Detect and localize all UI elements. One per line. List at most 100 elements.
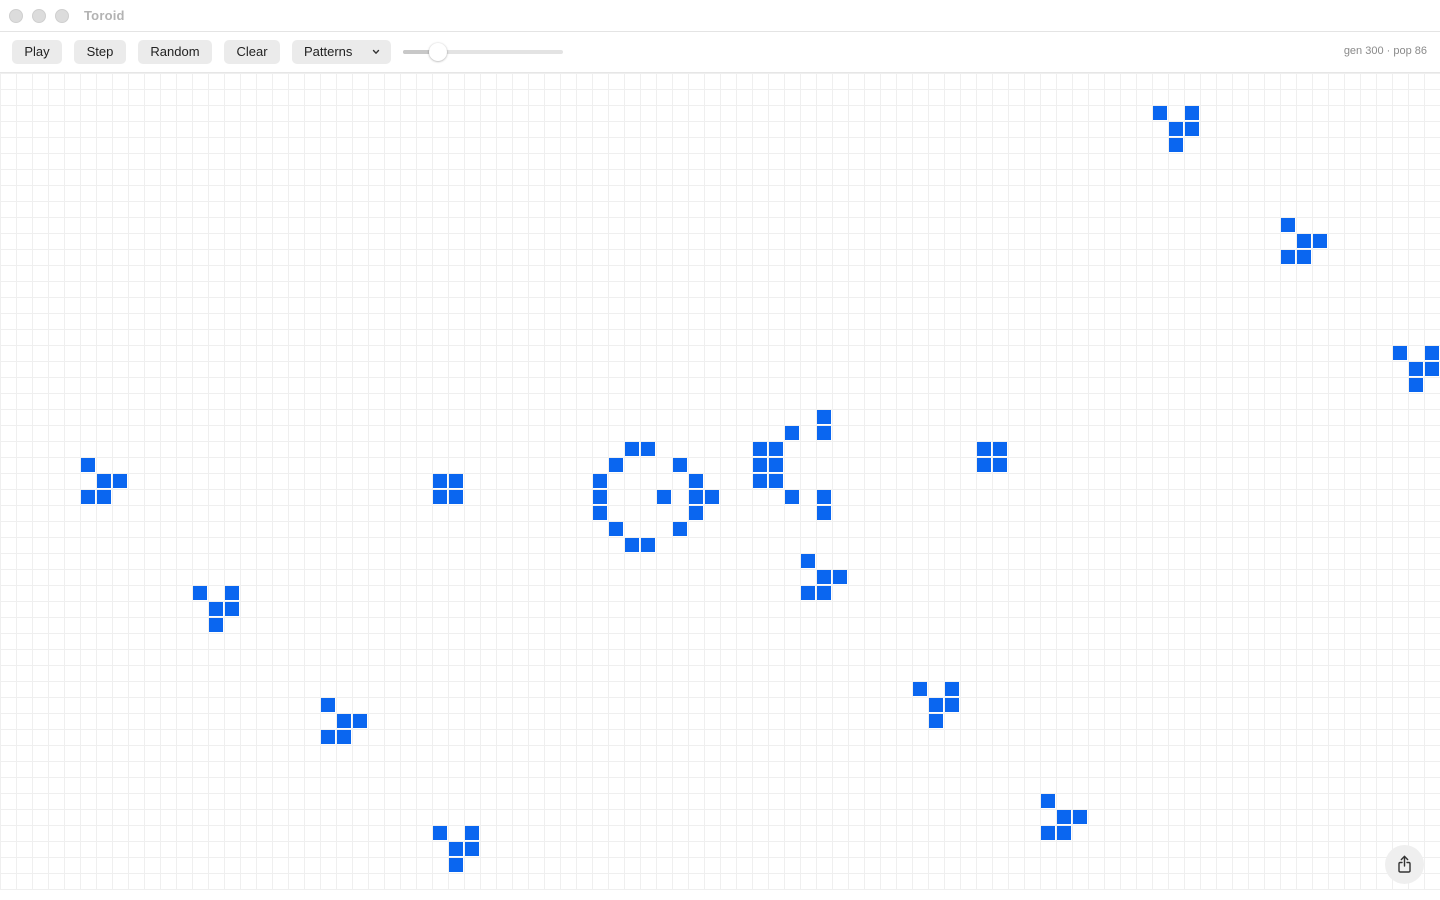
step-button[interactable]: Step: [74, 40, 126, 64]
live-cell[interactable]: [1185, 106, 1199, 120]
live-cell[interactable]: [225, 602, 239, 616]
live-cell[interactable]: [1169, 138, 1183, 152]
live-cell[interactable]: [945, 682, 959, 696]
live-cell[interactable]: [753, 458, 767, 472]
live-cell[interactable]: [913, 682, 927, 696]
live-cell[interactable]: [1425, 346, 1439, 360]
live-cell[interactable]: [209, 618, 223, 632]
live-cell[interactable]: [193, 586, 207, 600]
live-cell[interactable]: [817, 506, 831, 520]
live-cell[interactable]: [817, 586, 831, 600]
live-cell[interactable]: [833, 570, 847, 584]
live-cell[interactable]: [1425, 362, 1439, 376]
live-cell[interactable]: [209, 602, 223, 616]
live-cell[interactable]: [81, 458, 95, 472]
live-cell[interactable]: [1409, 362, 1423, 376]
live-cell[interactable]: [609, 522, 623, 536]
live-cell[interactable]: [801, 554, 815, 568]
live-cell[interactable]: [1057, 810, 1071, 824]
live-cell[interactable]: [1057, 826, 1071, 840]
live-cell[interactable]: [993, 442, 1007, 456]
live-cell[interactable]: [1393, 346, 1407, 360]
minimize-window-button[interactable]: [32, 9, 46, 23]
live-cell[interactable]: [449, 490, 463, 504]
live-cell[interactable]: [97, 490, 111, 504]
speed-slider-thumb[interactable]: [429, 43, 448, 61]
live-cell[interactable]: [353, 714, 367, 728]
live-cell[interactable]: [641, 538, 655, 552]
clear-button[interactable]: Clear: [224, 40, 280, 64]
live-cell[interactable]: [817, 426, 831, 440]
live-cell[interactable]: [433, 826, 447, 840]
live-cell[interactable]: [1041, 826, 1055, 840]
live-cell[interactable]: [465, 842, 479, 856]
live-cell[interactable]: [609, 458, 623, 472]
live-cell[interactable]: [625, 538, 639, 552]
live-cell[interactable]: [689, 506, 703, 520]
live-cell[interactable]: [817, 570, 831, 584]
live-cell[interactable]: [753, 474, 767, 488]
live-cell[interactable]: [1041, 794, 1055, 808]
live-cell[interactable]: [945, 698, 959, 712]
zoom-window-button[interactable]: [55, 9, 69, 23]
patterns-dropdown-label: Patterns: [304, 44, 353, 59]
live-cell[interactable]: [657, 490, 671, 504]
live-cell[interactable]: [801, 586, 815, 600]
live-cell[interactable]: [673, 458, 687, 472]
live-cell[interactable]: [977, 458, 991, 472]
app-window: Toroid Play Step Random Clear Patterns g…: [0, 0, 1440, 900]
live-cell[interactable]: [1297, 250, 1311, 264]
live-cell[interactable]: [1281, 250, 1295, 264]
live-cell[interactable]: [449, 842, 463, 856]
game-board[interactable]: [0, 73, 1440, 890]
live-cell[interactable]: [689, 490, 703, 504]
play-button[interactable]: Play: [12, 40, 62, 64]
live-cell[interactable]: [929, 714, 943, 728]
live-cell[interactable]: [593, 474, 607, 488]
close-window-button[interactable]: [9, 9, 23, 23]
live-cell[interactable]: [449, 858, 463, 872]
live-cell[interactable]: [769, 474, 783, 488]
live-cell[interactable]: [1409, 378, 1423, 392]
live-cell[interactable]: [977, 442, 991, 456]
live-cell[interactable]: [929, 698, 943, 712]
live-cell[interactable]: [465, 826, 479, 840]
live-cell[interactable]: [817, 410, 831, 424]
live-cell[interactable]: [433, 490, 447, 504]
live-cell[interactable]: [225, 586, 239, 600]
speed-slider[interactable]: [403, 41, 563, 63]
live-cell[interactable]: [449, 474, 463, 488]
live-cell[interactable]: [673, 522, 687, 536]
live-cell[interactable]: [593, 506, 607, 520]
share-button[interactable]: [1385, 845, 1424, 884]
live-cell[interactable]: [753, 442, 767, 456]
live-cell[interactable]: [1297, 234, 1311, 248]
live-cell[interactable]: [785, 426, 799, 440]
live-cell[interactable]: [1313, 234, 1327, 248]
live-cell[interactable]: [113, 474, 127, 488]
random-button[interactable]: Random: [138, 40, 212, 64]
live-cell[interactable]: [641, 442, 655, 456]
live-cell[interactable]: [625, 442, 639, 456]
live-cell[interactable]: [689, 474, 703, 488]
live-cell[interactable]: [1169, 122, 1183, 136]
live-cell[interactable]: [433, 474, 447, 488]
live-cell[interactable]: [705, 490, 719, 504]
live-cell[interactable]: [321, 730, 335, 744]
live-cell[interactable]: [785, 490, 799, 504]
live-cell[interactable]: [817, 490, 831, 504]
live-cell[interactable]: [993, 458, 1007, 472]
live-cell[interactable]: [81, 490, 95, 504]
live-cell[interactable]: [337, 730, 351, 744]
live-cell[interactable]: [1153, 106, 1167, 120]
live-cell[interactable]: [321, 698, 335, 712]
live-cell[interactable]: [97, 474, 111, 488]
live-cell[interactable]: [337, 714, 351, 728]
live-cell[interactable]: [1281, 218, 1295, 232]
live-cell[interactable]: [1073, 810, 1087, 824]
patterns-dropdown[interactable]: Patterns: [292, 40, 391, 64]
live-cell[interactable]: [769, 458, 783, 472]
live-cell[interactable]: [1185, 122, 1199, 136]
live-cell[interactable]: [769, 442, 783, 456]
live-cell[interactable]: [593, 490, 607, 504]
